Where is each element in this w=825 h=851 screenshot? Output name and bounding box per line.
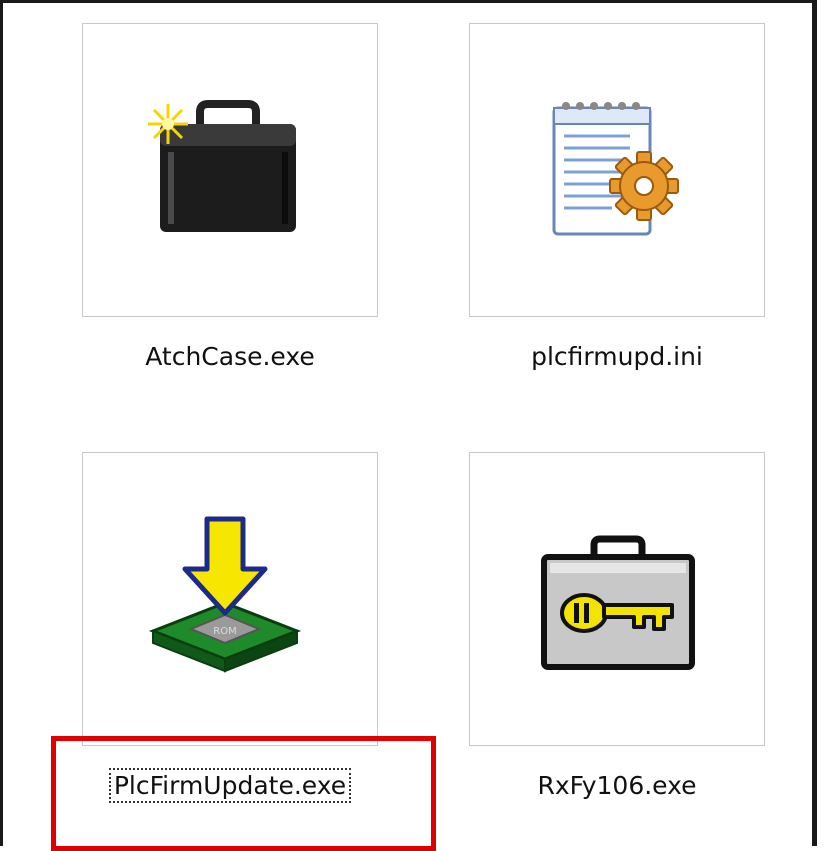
- file-view-pane: AtchCase.exe plcfirmupd.ini ROM PlcFirmU…: [0, 0, 817, 846]
- briefcase-icon: [148, 100, 296, 232]
- file-name-label[interactable]: plcfirmupd.ini: [469, 341, 765, 372]
- thumbnail-frame[interactable]: [82, 23, 378, 317]
- firmware-download-icon: ROM: [148, 516, 302, 673]
- thumbnail-frame[interactable]: ROM: [82, 452, 378, 746]
- config-file-icon: [552, 102, 679, 236]
- file-name-label[interactable]: RxFy106.exe: [469, 770, 765, 801]
- file-name-label[interactable]: AtchCase.exe: [82, 341, 378, 372]
- thumbnail-frame[interactable]: [469, 452, 765, 746]
- thumbnail-frame[interactable]: [469, 23, 765, 317]
- file-name-label[interactable]: PlcFirmUpdate.exe: [82, 768, 378, 803]
- key-case-icon: [541, 535, 695, 670]
- svg-text:ROM: ROM: [213, 626, 236, 637]
